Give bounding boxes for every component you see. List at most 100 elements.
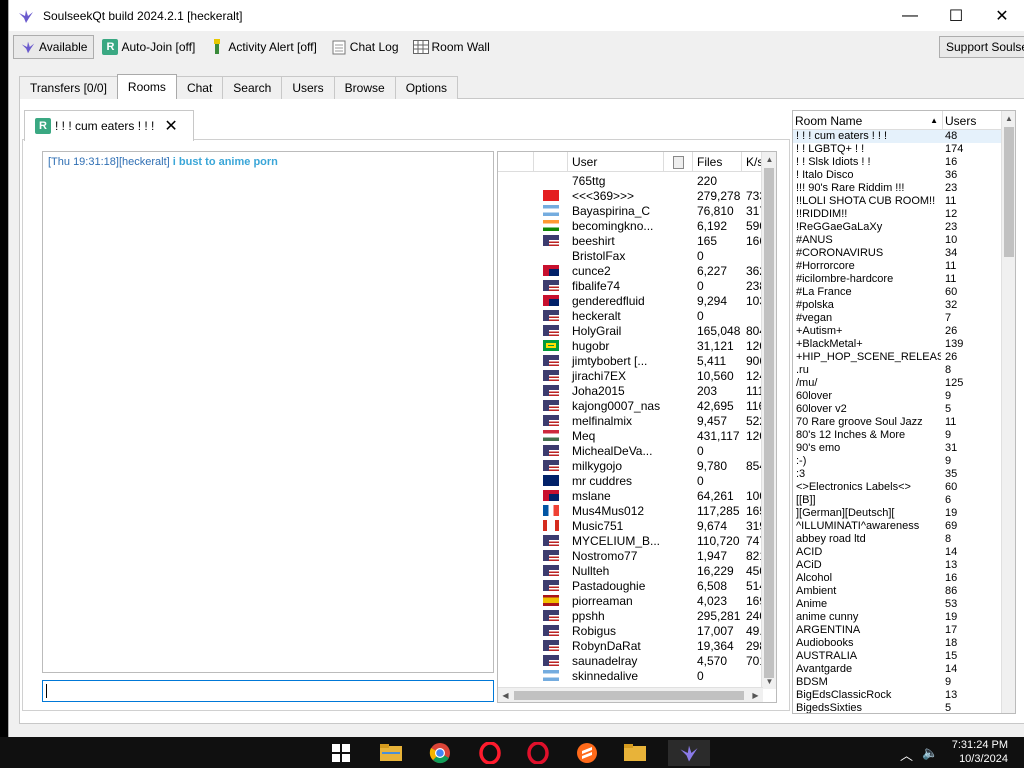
room-name-cell[interactable]: #ANUS <box>793 234 941 247</box>
room-name-cell[interactable]: 60lover v2 <box>793 403 941 416</box>
room-row[interactable]: 70 Rare groove Soul Jazz 11 <box>793 416 1003 429</box>
room-tab-cum-eaters[interactable]: R ! ! ! cum eaters ! ! ! ✕ <box>24 110 194 141</box>
support-soulseek-button[interactable]: Support Soulseek <box>939 36 1024 58</box>
chat-input[interactable] <box>42 680 494 702</box>
room-name-cell[interactable]: !!LOLI SHOTA CUB ROOM!! <box>793 195 941 208</box>
room-row[interactable]: BigedsSixties 5 <box>793 702 1003 713</box>
room-name-cell[interactable]: BigEdsClassicRock <box>793 689 941 702</box>
room-row[interactable]: Anime 53 <box>793 598 1003 611</box>
room-name-cell[interactable]: 90's emo <box>793 442 941 455</box>
room-row[interactable]: 80's 12 Inches & More 9 <box>793 429 1003 442</box>
chat-username[interactable]: [heckeralt] <box>119 156 170 168</box>
room-list-scrollbar[interactable]: ▲ <box>1001 111 1015 713</box>
room-name-cell[interactable]: 60lover <box>793 390 941 403</box>
room-row[interactable]: abbey road ltd 8 <box>793 533 1003 546</box>
user-row[interactable]: cunce2 6,227 362 <box>498 263 763 278</box>
room-name-cell[interactable]: ^ILLUMINATI^awareness <box>793 520 941 533</box>
room-name-cell[interactable]: /mu/ <box>793 377 941 390</box>
room-row[interactable]: +BlackMetal+ 139 <box>793 338 1003 351</box>
user-name-cell[interactable]: saunadelray <box>568 654 693 668</box>
user-name-cell[interactable]: skinnedalive <box>568 669 693 683</box>
user-name-cell[interactable]: Music751 <box>568 519 693 533</box>
user-row[interactable]: Nostromo77 1,947 821 <box>498 548 763 563</box>
maximize-button[interactable]: ☐ <box>933 0 979 31</box>
room-row[interactable]: ! ! Slsk Idiots ! ! 16 <box>793 156 1003 169</box>
user-row[interactable]: mslane 64,261 100 <box>498 488 763 503</box>
users-vertical-scrollbar[interactable]: ▲ ▼ <box>761 152 776 689</box>
file-explorer-icon[interactable] <box>378 740 404 766</box>
room-name-cell[interactable]: +HIP_HOP_SCENE_RELEAS... <box>793 351 941 364</box>
room-row[interactable]: #polska 32 <box>793 299 1003 312</box>
auto-join-button[interactable]: R Auto-Join [off] <box>96 35 201 59</box>
chat-log[interactable]: [Thu 19:31:18][heckeralt] i bust to anim… <box>42 151 494 673</box>
scroll-down-icon[interactable]: ▼ <box>762 674 776 689</box>
user-row[interactable]: 765ttg 220 <box>498 173 763 188</box>
room-name-cell[interactable]: BDSM <box>793 676 941 689</box>
user-row[interactable]: MichealDeVa... 0 <box>498 443 763 458</box>
room-name-cell[interactable]: #icilombre-hardcore <box>793 273 941 286</box>
user-name-cell[interactable]: jimtybobert [... <box>568 354 693 368</box>
tab-options[interactable]: Options <box>394 76 459 99</box>
room-row[interactable]: ACID 14 <box>793 546 1003 559</box>
col-user-header[interactable]: User <box>568 152 664 172</box>
user-name-cell[interactable]: cunce2 <box>568 264 693 278</box>
room-wall-button[interactable]: Room Wall <box>407 35 496 59</box>
room-name-cell[interactable]: :3 <box>793 468 941 481</box>
room-row[interactable]: 60lover v2 5 <box>793 403 1003 416</box>
hscroll-thumb[interactable] <box>514 691 744 700</box>
user-row[interactable]: Nullteh 16,229 450 <box>498 563 763 578</box>
room-row[interactable]: #La France 60 <box>793 286 1003 299</box>
user-name-cell[interactable]: hugobr <box>568 339 693 353</box>
room-name-cell[interactable]: ! ! Slsk Idiots ! ! <box>793 156 941 169</box>
opera-gx-icon[interactable] <box>525 740 551 766</box>
room-name-cell[interactable]: #La France <box>793 286 941 299</box>
room-row[interactable]: ! Italo Disco 36 <box>793 169 1003 182</box>
room-name-cell[interactable]: ACiD <box>793 559 941 572</box>
user-row[interactable]: jimtybobert [... 5,411 906 <box>498 353 763 368</box>
user-row[interactable]: Music751 9,674 319 <box>498 518 763 533</box>
user-name-cell[interactable]: Robigus <box>568 624 693 638</box>
room-row[interactable]: ^ILLUMINATI^awareness 69 <box>793 520 1003 533</box>
room-row[interactable]: !ReGGaeGaLaXy 23 <box>793 221 1003 234</box>
tab-transfers[interactable]: Transfers [0/0] <box>19 76 118 99</box>
user-name-cell[interactable]: jirachi7EX <box>568 369 693 383</box>
room-row[interactable]: !!RIDDIM!! 12 <box>793 208 1003 221</box>
user-row[interactable]: Meq 431,117 120 <box>498 428 763 443</box>
user-name-cell[interactable]: mr cuddres <box>568 474 693 488</box>
user-name-cell[interactable]: genderedfluid <box>568 294 693 308</box>
user-name-cell[interactable]: MichealDeVa... <box>568 444 693 458</box>
room-name-cell[interactable]: !ReGGaeGaLaXy <box>793 221 941 234</box>
user-name-cell[interactable]: kajong0007_nas <box>568 399 693 413</box>
user-row[interactable]: jirachi7EX 10,560 124 <box>498 368 763 383</box>
room-row[interactable]: ACiD 13 <box>793 559 1003 572</box>
room-row[interactable]: BDSM 9 <box>793 676 1003 689</box>
user-name-cell[interactable]: BristolFax <box>568 249 693 263</box>
user-row[interactable]: BristolFax 0 <box>498 248 763 263</box>
user-row[interactable]: kajong0007_nas 42,695 116 <box>498 398 763 413</box>
soulseek-taskbar-icon[interactable] <box>668 740 710 766</box>
minimize-button[interactable]: — <box>887 0 933 31</box>
room-name-cell[interactable]: !!! 90's Rare Riddim !!! <box>793 182 941 195</box>
user-name-cell[interactable]: Joha2015 <box>568 384 693 398</box>
room-name-cell[interactable]: #CORONAVIRUS <box>793 247 941 260</box>
user-name-cell[interactable]: fibalife74 <box>568 279 693 293</box>
room-row[interactable]: +HIP_HOP_SCENE_RELEAS... 26 <box>793 351 1003 364</box>
volume-icon[interactable]: 🔈 <box>922 745 938 761</box>
room-row[interactable]: AUSTRALIA 15 <box>793 650 1003 663</box>
user-row[interactable]: becomingkno... 6,192 590 <box>498 218 763 233</box>
chevron-up-icon[interactable]: ︿ <box>900 745 913 764</box>
user-name-cell[interactable]: Nostromo77 <box>568 549 693 563</box>
user-row[interactable]: fibalife74 0 238 <box>498 278 763 293</box>
tab-rooms[interactable]: Rooms <box>116 74 177 99</box>
taskbar-clock[interactable]: 7:31:24 PM 10/3/2024 <box>948 737 1008 766</box>
windows-start-icon[interactable] <box>328 740 354 766</box>
room-row[interactable]: :-) 9 <box>793 455 1003 468</box>
room-row[interactable]: :3 35 <box>793 468 1003 481</box>
user-row[interactable]: Joha2015 203 111 <box>498 383 763 398</box>
room-row[interactable]: 90's emo 31 <box>793 442 1003 455</box>
room-name-cell[interactable]: +Autism+ <box>793 325 941 338</box>
room-name-cell[interactable]: ACID <box>793 546 941 559</box>
room-row[interactable]: ! ! LGBTQ+ ! ! 174 <box>793 143 1003 156</box>
user-row[interactable]: skinnedalive 0 <box>498 668 763 683</box>
room-row[interactable]: ][German][Deutsch][19 <box>793 507 1003 520</box>
